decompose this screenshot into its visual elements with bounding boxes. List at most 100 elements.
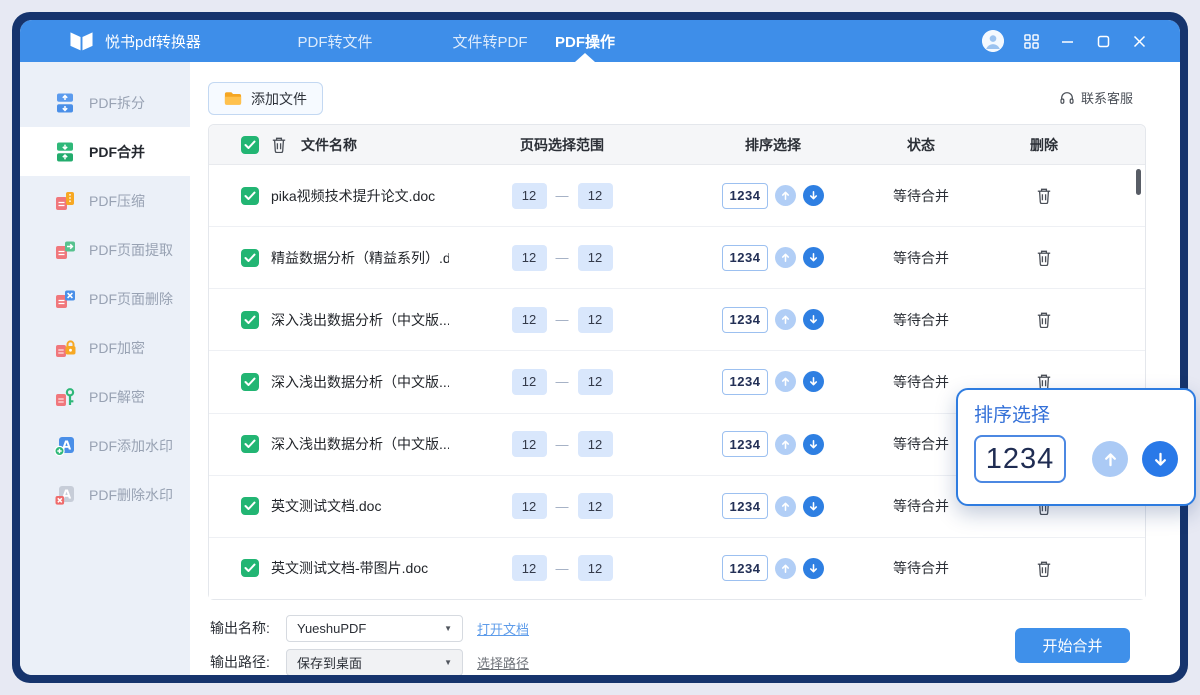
row-checkbox[interactable] xyxy=(241,497,259,515)
sidebar-item-pdf-extract[interactable]: PDF页面提取 xyxy=(20,225,190,274)
sidebar-item-pdf-page-delete[interactable]: PDF页面删除 xyxy=(20,274,190,323)
delete-row-icon[interactable] xyxy=(1036,187,1052,204)
row-checkbox[interactable] xyxy=(241,187,259,205)
row-checkbox[interactable] xyxy=(241,311,259,329)
pdf-extract-icon xyxy=(54,239,76,261)
sort-popup-input[interactable]: 1234 xyxy=(974,435,1066,483)
sort-order-input[interactable]: 1234 xyxy=(722,493,768,519)
move-up-button[interactable] xyxy=(775,434,796,455)
row-checkbox[interactable] xyxy=(241,373,259,391)
sidebar-item-pdf-compress[interactable]: PDF压缩 xyxy=(20,176,190,225)
page-from-input[interactable]: 12 xyxy=(512,493,547,519)
folder-icon xyxy=(224,91,242,106)
move-down-button[interactable] xyxy=(803,371,824,392)
sort-order-input[interactable]: 1234 xyxy=(722,307,768,333)
status-text: 等待合并 xyxy=(871,186,971,206)
move-down-button[interactable] xyxy=(803,247,824,268)
open-document-link[interactable]: 打开文档 xyxy=(477,619,529,638)
add-files-button[interactable]: 添加文件 xyxy=(208,82,323,115)
move-up-button[interactable] xyxy=(775,496,796,517)
sidebar-item-pdf-split[interactable]: PDF拆分 xyxy=(20,78,190,127)
page-from-input[interactable]: 12 xyxy=(512,369,547,395)
sidebar-item-pdf-decrypt[interactable]: PDF解密 xyxy=(20,372,190,421)
move-down-button[interactable] xyxy=(803,309,824,330)
sidebar-item-label: PDF页面提取 xyxy=(89,240,173,260)
move-down-button[interactable] xyxy=(803,434,824,455)
output-name-row: 输出名称: YueshuPDF ▼ 打开文档 xyxy=(210,614,529,642)
page-to-input[interactable]: 12 xyxy=(578,493,613,519)
sidebar-item-pdf-remove-watermark[interactable]: A PDF删除水印 xyxy=(20,470,190,519)
move-down-button[interactable] xyxy=(803,496,824,517)
minimize-icon[interactable] xyxy=(1058,32,1076,50)
table-row: 精益数据分析（精益系列）.docx 12 — 12 1234 xyxy=(209,227,1145,289)
delete-row-icon[interactable] xyxy=(1036,560,1052,577)
app-body: PDF拆分 PDF合并 xyxy=(20,62,1180,675)
user-avatar[interactable] xyxy=(982,30,1004,52)
sort-popup-move-up-button[interactable] xyxy=(1092,441,1128,477)
header-file-name: 文件名称 xyxy=(301,135,357,155)
tab-file-to-pdf[interactable]: 文件转PDF xyxy=(452,20,527,62)
page-from-input[interactable]: 12 xyxy=(512,245,547,271)
sort-order-input[interactable]: 1234 xyxy=(722,369,768,395)
pdf-merge-icon xyxy=(54,141,76,163)
move-up-button[interactable] xyxy=(775,371,796,392)
move-up-button[interactable] xyxy=(775,185,796,206)
header-status: 状态 xyxy=(871,135,971,155)
sidebar-item-label: PDF页面删除 xyxy=(89,289,173,309)
sidebar-item-pdf-encrypt[interactable]: PDF加密 xyxy=(20,323,190,372)
page-to-input[interactable]: 12 xyxy=(578,431,613,457)
status-text: 等待合并 xyxy=(871,558,971,578)
file-name: 英文测试文档-带图片.doc xyxy=(271,558,449,578)
sort-order-input[interactable]: 1234 xyxy=(722,555,768,581)
page-to-input[interactable]: 12 xyxy=(578,307,613,333)
move-up-button[interactable] xyxy=(775,558,796,579)
pdf-encrypt-icon xyxy=(54,337,76,359)
table-row: 英文测试文档-带图片.doc 12 — 12 1234 xyxy=(209,538,1145,599)
tab-pdf-to-file[interactable]: PDF转文件 xyxy=(297,20,372,62)
contact-support-label: 联系客服 xyxy=(1081,88,1133,107)
page-from-input[interactable]: 12 xyxy=(512,183,547,209)
sidebar-item-label: PDF解密 xyxy=(89,387,145,407)
sort-popup-move-down-button[interactable] xyxy=(1142,441,1178,477)
chevron-down-icon: ▼ xyxy=(444,658,452,667)
delete-selected-icon[interactable] xyxy=(271,136,287,153)
output-path-value: 保存到桌面 xyxy=(297,653,362,672)
table-scrollbar-thumb[interactable] xyxy=(1136,169,1141,195)
close-icon[interactable] xyxy=(1130,32,1148,50)
sort-order-input[interactable]: 1234 xyxy=(722,245,768,271)
page-from-input[interactable]: 12 xyxy=(512,431,547,457)
output-name-value: YueshuPDF xyxy=(297,621,366,636)
page-from-input[interactable]: 12 xyxy=(512,307,547,333)
move-up-button[interactable] xyxy=(775,247,796,268)
page-to-input[interactable]: 12 xyxy=(578,245,613,271)
sidebar-item-pdf-merge[interactable]: PDF合并 xyxy=(20,127,190,176)
chevron-down-icon: ▼ xyxy=(444,624,452,633)
select-all-checkbox[interactable] xyxy=(241,136,259,154)
sort-order-input[interactable]: 1234 xyxy=(722,183,768,209)
delete-row-icon[interactable] xyxy=(1036,311,1052,328)
output-path-select[interactable]: 保存到桌面 ▼ xyxy=(286,649,463,676)
maximize-icon[interactable] xyxy=(1094,32,1112,50)
page-to-input[interactable]: 12 xyxy=(578,555,613,581)
row-checkbox[interactable] xyxy=(241,435,259,453)
move-up-button[interactable] xyxy=(775,309,796,330)
row-checkbox[interactable] xyxy=(241,559,259,577)
delete-row-icon[interactable] xyxy=(1036,249,1052,266)
range-dash: — xyxy=(556,499,569,514)
move-down-button[interactable] xyxy=(803,185,824,206)
move-down-button[interactable] xyxy=(803,558,824,579)
sidebar-item-pdf-add-watermark[interactable]: A PDF添加水印 xyxy=(20,421,190,470)
page-to-input[interactable]: 12 xyxy=(578,183,613,209)
row-checkbox[interactable] xyxy=(241,249,259,267)
header-page-range: 页码选择范围 xyxy=(449,135,675,155)
page-from-input[interactable]: 12 xyxy=(512,555,547,581)
output-name-select[interactable]: YueshuPDF ▼ xyxy=(286,615,463,642)
contact-support[interactable]: 联系客服 xyxy=(1059,88,1133,107)
choose-path-link[interactable]: 选择路径 xyxy=(477,653,529,672)
sort-order-input[interactable]: 1234 xyxy=(722,431,768,457)
apps-grid-icon[interactable] xyxy=(1022,32,1040,50)
add-files-label: 添加文件 xyxy=(251,89,307,109)
page-to-input[interactable]: 12 xyxy=(578,369,613,395)
start-merge-button[interactable]: 开始合并 xyxy=(1015,628,1130,663)
main-panel: 添加文件 联系客服 xyxy=(190,62,1180,675)
